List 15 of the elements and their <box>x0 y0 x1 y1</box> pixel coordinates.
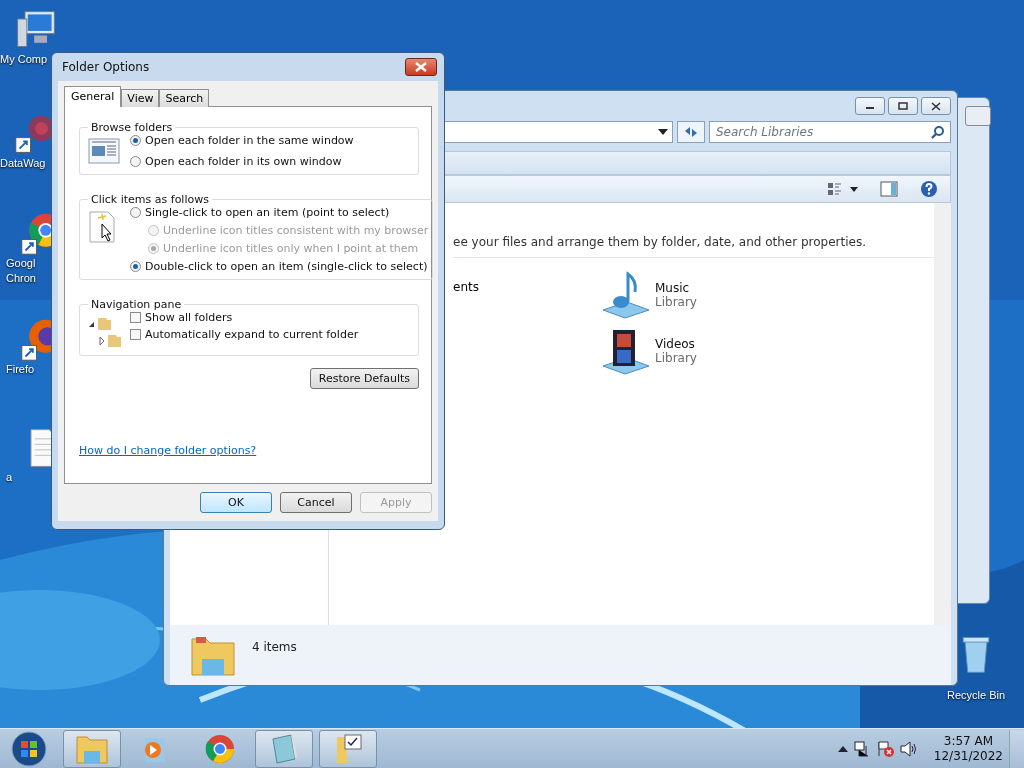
icon-label: DataWag <box>0 156 46 171</box>
library-type: Library <box>655 351 697 365</box>
library-type: Library <box>655 295 697 309</box>
icon-label: Chron <box>6 271 36 286</box>
icon-label: Googl <box>6 256 36 271</box>
icon-label: a <box>6 470 13 485</box>
window-title: Folder Options <box>62 60 150 74</box>
item-count: 4 items <box>252 640 297 654</box>
icon-label: Firefo <box>6 362 35 377</box>
library-description: ee your files and arrange them by folder, date, and other properties. <box>453 235 934 258</box>
group-title: Click items as follows <box>90 193 210 206</box>
icon-label: My Comp <box>0 52 48 67</box>
icon-label: Recycle Bin <box>946 688 1006 703</box>
group-title: Browse folders <box>90 121 174 134</box>
group-title: Navigation pane <box>90 298 183 311</box>
